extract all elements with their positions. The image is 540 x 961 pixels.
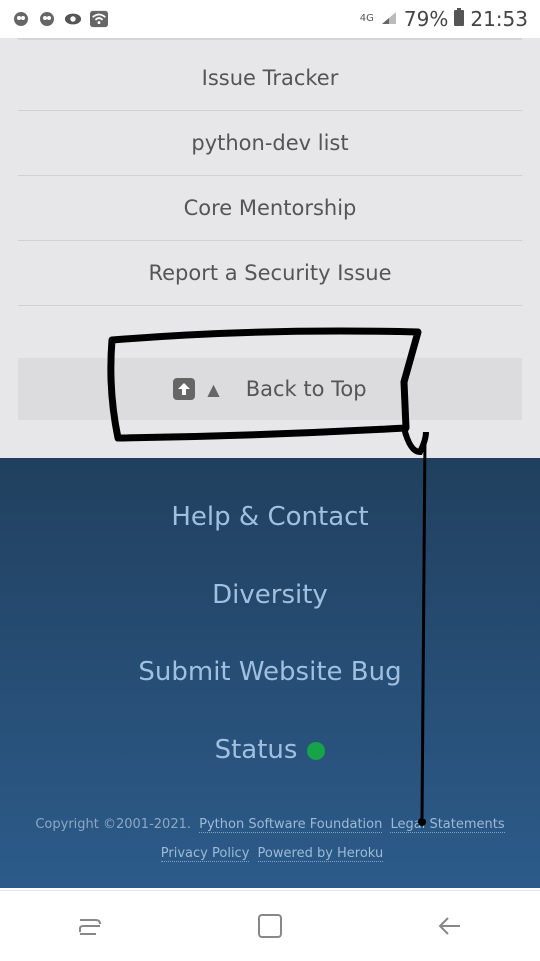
nav-item-core-mentorship[interactable]: Core Mentorship: [18, 176, 522, 241]
wifi-icon: [90, 10, 108, 28]
site-footer: Help & Contact Diversity Submit Website …: [0, 458, 540, 888]
privacy-policy-link[interactable]: Privacy Policy: [160, 846, 250, 862]
eye-icon: [64, 10, 82, 28]
recent-apps-icon[interactable]: [70, 906, 110, 946]
battery-percent: 79%: [403, 7, 449, 31]
psf-link[interactable]: Python Software Foundation: [199, 817, 383, 833]
copyright: Copyright ©2001-2021. Python Software Fo…: [0, 810, 540, 868]
status-link[interactable]: Status: [0, 735, 540, 765]
status-left: [12, 10, 108, 28]
nav-list: Issue Tracker python-dev list Core Mento…: [18, 46, 522, 306]
back-to-top-button[interactable]: ▲ Back to Top: [18, 358, 522, 420]
status-bar: 4G 79% 21:53: [0, 0, 540, 38]
diversity-link[interactable]: Diversity: [0, 580, 540, 610]
nav-item-issue-tracker[interactable]: Issue Tracker: [18, 46, 522, 111]
submit-website-bug-link[interactable]: Submit Website Bug: [0, 657, 540, 687]
signal-icon: [380, 7, 398, 31]
status-right: 4G 79% 21:53: [360, 7, 528, 31]
notification-icon: [12, 10, 30, 28]
copyright-text: Copyright ©2001-2021.: [35, 817, 191, 832]
network-type: 4G: [359, 13, 374, 24]
nav-item-report-security-issue[interactable]: Report a Security Issue: [18, 241, 522, 306]
status-indicator-icon: [307, 741, 326, 760]
system-nav-bar: [0, 890, 540, 961]
notification-icon: [38, 10, 56, 28]
back-to-top-label: Back to Top: [245, 377, 367, 401]
page-content: Issue Tracker python-dev list Core Mento…: [0, 38, 540, 458]
divider: [18, 38, 522, 40]
up-arrow-icon: [173, 378, 196, 400]
help-contact-link[interactable]: Help & Contact: [0, 502, 540, 532]
heroku-link[interactable]: Powered by Heroku: [257, 846, 384, 862]
status-label: Status: [214, 735, 298, 765]
home-icon[interactable]: [250, 906, 290, 946]
triangle-up-icon: ▲: [207, 379, 220, 399]
legal-statements-link[interactable]: Legal Statements: [390, 817, 505, 833]
nav-item-python-dev-list[interactable]: python-dev list: [18, 111, 522, 176]
back-icon[interactable]: [430, 906, 470, 946]
battery-icon: [454, 7, 465, 31]
clock: 21:53: [470, 7, 528, 31]
